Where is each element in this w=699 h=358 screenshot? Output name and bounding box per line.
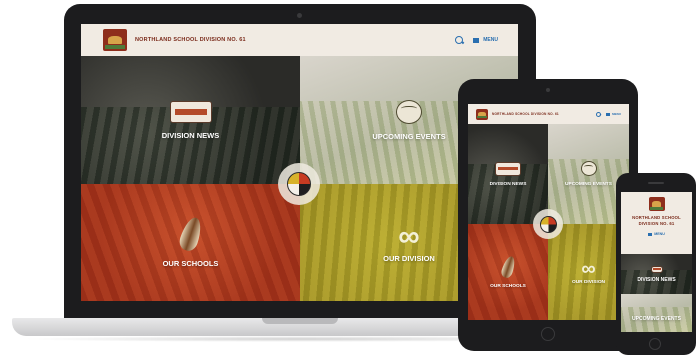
tile-label: DIVISION NEWS — [489, 181, 527, 187]
tablet-screen: NORTHLAND SCHOOL DIVISION NO. 61 MENU DI… — [468, 104, 629, 320]
site-title[interactable]: NORTHLAND SCHOOL DIVISION NO. 61 — [627, 215, 687, 226]
medicine-wheel-icon[interactable] — [539, 215, 557, 233]
tile-upcoming-events[interactable]: UPCOMING EVENTS — [621, 294, 692, 332]
phone-screen: NORTHLAND SCHOOL DIVISION NO. 61 MENU DI… — [621, 192, 692, 332]
tile-label: OUR SCHOOLS — [490, 283, 526, 289]
hamburger-menu-icon[interactable] — [606, 112, 611, 116]
tile-label: OUR DIVISION — [383, 254, 435, 263]
hand-drum-icon — [650, 265, 663, 273]
tablet-home-button — [541, 327, 555, 341]
laptop-screen: NORTHLAND SCHOOL DIVISION NO. 61 MENU DI… — [81, 24, 518, 301]
hamburger-menu-icon[interactable] — [648, 232, 653, 236]
tile-label: OUR DIVISION — [571, 280, 606, 285]
tile-our-schools[interactable]: OUR SCHOOLS — [81, 184, 300, 301]
school-division-logo-icon[interactable] — [103, 29, 127, 51]
tile-label: UPCOMING EVENTS — [632, 316, 681, 322]
site-header: NORTHLAND SCHOOL DIVISION NO. 61 MENU — [468, 104, 629, 124]
site-header: NORTHLAND SCHOOL DIVISION NO. 61 MENU — [621, 192, 692, 254]
infinity-icon: ∞ — [581, 258, 596, 280]
school-division-logo-icon[interactable] — [476, 108, 488, 120]
tile-label: DIVISION NEWS — [161, 130, 220, 140]
infinity-icon: ∞ — [398, 220, 420, 253]
menu-label[interactable]: MENU — [483, 37, 498, 43]
search-icon[interactable] — [455, 36, 464, 44]
tile-label: UPCOMING EVENTS — [372, 131, 446, 141]
tile-division-news[interactable]: DIVISION NEWS — [621, 254, 692, 294]
menu-controls: MENU — [648, 232, 665, 236]
woven-basket-icon — [580, 161, 597, 176]
laptop-camera — [297, 13, 302, 18]
menu-label[interactable]: MENU — [654, 232, 665, 236]
center-badge — [278, 163, 320, 205]
menu-label[interactable]: MENU — [612, 112, 621, 116]
phone-speaker — [648, 182, 664, 184]
site-title[interactable]: NORTHLAND SCHOOL DIVISION NO. 61 — [135, 37, 246, 43]
school-division-logo-icon[interactable] — [648, 197, 665, 211]
site-header: NORTHLAND SCHOOL DIVISION NO. 61 MENU — [81, 24, 518, 56]
hand-drum-icon — [495, 161, 521, 176]
hamburger-menu-icon[interactable] — [473, 37, 480, 43]
feather-icon — [176, 215, 205, 253]
center-badge — [533, 209, 563, 239]
tablet-camera — [546, 88, 550, 92]
tile-division-news[interactable]: DIVISION NEWS — [468, 124, 548, 224]
laptop-notch — [262, 318, 338, 324]
menu-controls: MENU — [455, 36, 498, 44]
tile-division-news[interactable]: DIVISION NEWS — [81, 56, 300, 184]
tile-our-schools[interactable]: OUR SCHOOLS — [468, 224, 548, 320]
tile-label: UPCOMING EVENTS — [565, 182, 612, 187]
tile-label: DIVISION NEWS — [637, 276, 676, 283]
site-title[interactable]: NORTHLAND SCHOOL DIVISION NO. 61 — [492, 112, 559, 116]
search-icon[interactable] — [596, 111, 602, 117]
feather-icon — [499, 254, 517, 279]
hand-drum-icon — [169, 100, 212, 123]
tile-label: OUR SCHOOLS — [162, 259, 219, 268]
medicine-wheel-icon[interactable] — [287, 172, 311, 196]
woven-basket-icon — [396, 99, 422, 124]
menu-controls: MENU — [596, 111, 621, 117]
phone-home-button — [649, 338, 661, 350]
